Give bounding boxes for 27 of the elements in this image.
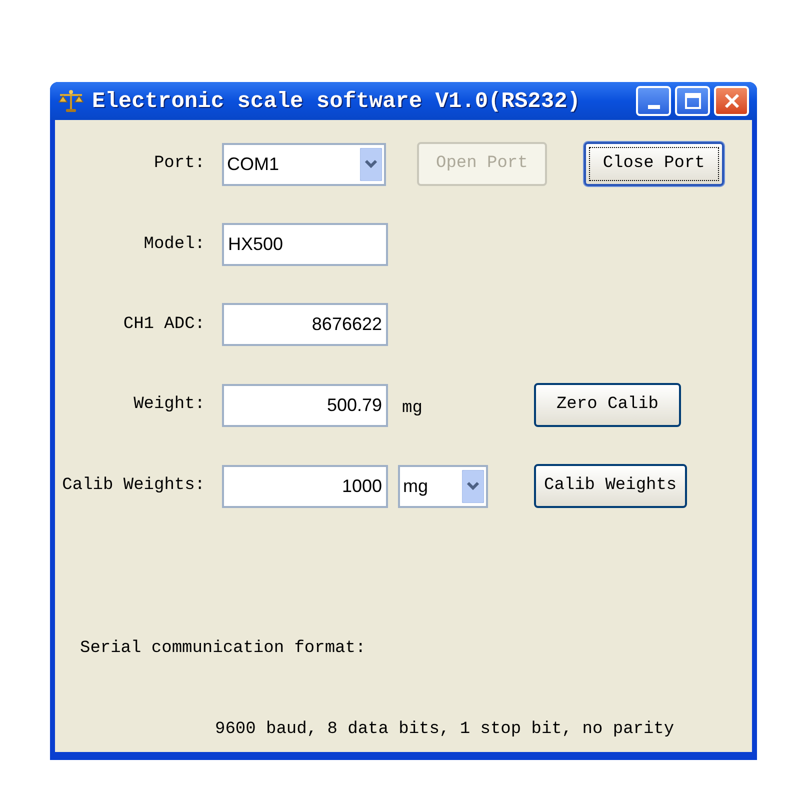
text-field[interactable]: 8676622	[222, 303, 388, 346]
field-label: Weight:	[132, 394, 205, 416]
field-label: Model:	[142, 234, 205, 256]
serial-format-details: 9600 baud, 8 data bits, 1 stop bit, no parity	[215, 718, 676, 740]
serial-format-heading: Serial communication format:	[80, 638, 367, 660]
action-button[interactable]: Close Port	[584, 142, 724, 186]
field-label: Calib Weights:	[61, 475, 205, 498]
minimize-icon	[648, 105, 660, 109]
dropdown[interactable]: COM1	[222, 142, 386, 186]
close-icon	[724, 93, 740, 109]
chevron-down-icon	[462, 470, 484, 502]
maximize-button[interactable]	[675, 86, 710, 116]
text-field[interactable]: HX500	[222, 223, 388, 266]
field-label: CH1 ADC:	[122, 314, 205, 336]
maximize-icon	[684, 93, 700, 109]
text-field[interactable]: 500.79	[222, 384, 388, 426]
action-button[interactable]: Calib Weights	[534, 464, 687, 508]
close-button[interactable]	[714, 86, 749, 116]
minimize-button[interactable]	[636, 86, 671, 116]
field-label: Port:	[152, 153, 205, 176]
dropdown[interactable]: mg	[398, 464, 488, 508]
window-title: Electronic scale software V1.0(RS232)	[92, 88, 580, 116]
balance-scale-icon	[58, 89, 84, 113]
text-field[interactable]: 1000	[222, 464, 388, 508]
chevron-down-icon	[360, 148, 382, 180]
unit-label: mg	[402, 398, 422, 420]
action-button[interactable]: Zero Calib	[534, 383, 681, 427]
